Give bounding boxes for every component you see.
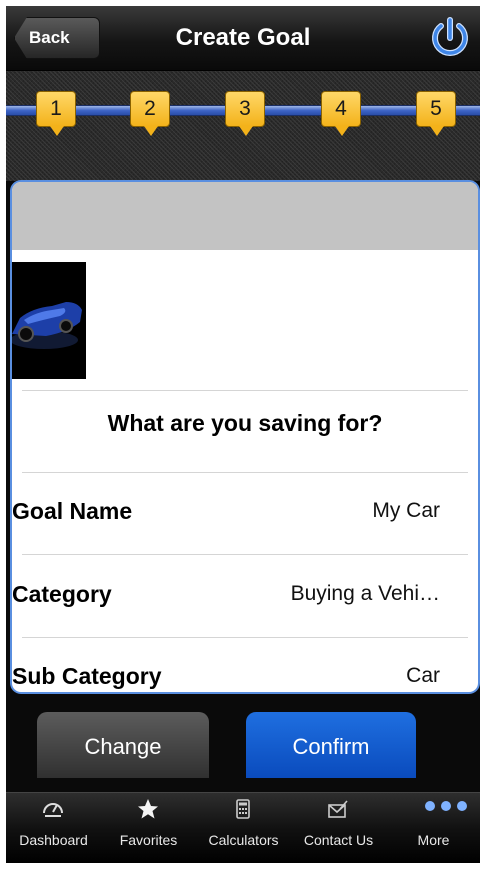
step-5-badge[interactable]: 5: [416, 91, 456, 136]
confirm-button[interactable]: Confirm: [246, 712, 416, 778]
card-header-bar: [12, 182, 478, 250]
step-2-badge[interactable]: 2: [130, 91, 170, 136]
more-dots-icon: [425, 801, 467, 811]
tab-label: Contact Us: [303, 832, 374, 848]
goal-name-value[interactable]: My Car: [230, 496, 440, 526]
power-icon[interactable]: [426, 14, 474, 62]
page-title: Create Goal: [175, 24, 311, 51]
tab-label: Favorites: [119, 832, 178, 848]
tab-label: Dashboard: [19, 832, 88, 848]
divider: [22, 554, 468, 555]
car-image[interactable]: [12, 262, 86, 379]
app-screen: Back Create Goal 1 2 3 4 5 What are you …: [6, 6, 480, 863]
speedometer-icon: [43, 803, 63, 817]
category-value[interactable]: Buying a Vehi…: [230, 579, 440, 609]
divider: [22, 390, 468, 391]
calculator-icon: [236, 799, 250, 819]
envelope-icon: [328, 800, 348, 818]
tab-favorites[interactable]: Favorites: [101, 793, 196, 863]
tab-label: Calculators: [208, 832, 279, 848]
tab-calculators[interactable]: Calculators: [196, 793, 291, 863]
step-3-badge[interactable]: 3: [225, 91, 265, 136]
goal-form-card: What are you saving for? Goal Name My Ca…: [12, 182, 478, 692]
star-icon: [138, 799, 158, 819]
tab-contact-us[interactable]: Contact Us: [291, 793, 386, 863]
divider: [22, 472, 468, 473]
tab-dashboard[interactable]: Dashboard: [6, 793, 101, 863]
divider: [22, 637, 468, 638]
step-4-badge[interactable]: 4: [321, 91, 361, 136]
sub-category-label: Sub Category: [12, 663, 162, 689]
back-button[interactable]: Back: [14, 17, 100, 59]
step-progress: 1 2 3 4 5: [6, 71, 480, 181]
category-label: Category: [12, 581, 112, 607]
nav-header: Back Create Goal: [6, 6, 480, 71]
sub-category-value[interactable]: Car: [230, 661, 440, 691]
goal-name-label: Goal Name: [12, 498, 133, 524]
tab-bar: Dashboard Favorites Calculators Contact …: [6, 792, 480, 863]
tab-label: More: [417, 832, 450, 848]
form-question: What are you saving for?: [107, 410, 383, 436]
tab-more[interactable]: More: [386, 793, 480, 863]
change-button[interactable]: Change: [37, 712, 209, 778]
step-1-badge[interactable]: 1: [36, 91, 76, 136]
